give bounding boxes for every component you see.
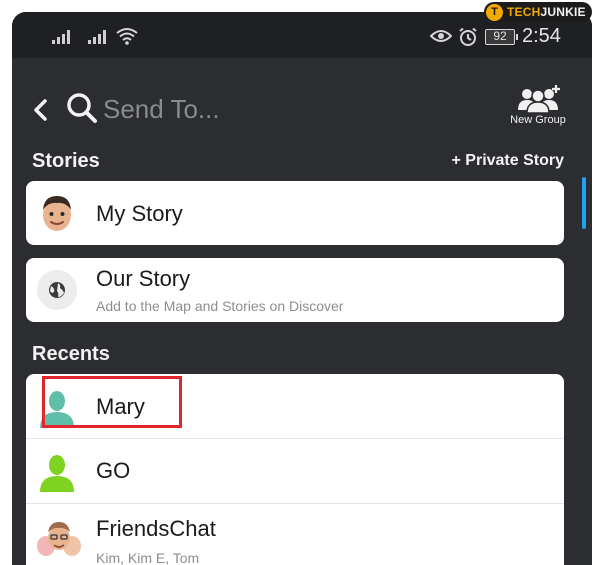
- list-item-subtitle: Kim, Kim E, Tom: [96, 550, 200, 565]
- signal-icon: [52, 28, 70, 44]
- new-group-label: New Group: [510, 114, 566, 126]
- list-item-friendschat[interactable]: FriendsChat Kim, Kim E, Tom: [26, 504, 564, 565]
- private-story-button[interactable]: + Private Story: [452, 152, 565, 170]
- signal-icon: [88, 28, 106, 44]
- alarm-icon: [459, 27, 477, 46]
- friend-avatar-icon: [40, 455, 74, 492]
- search-input[interactable]: Send To...: [103, 94, 220, 125]
- highlight-box: [42, 376, 182, 428]
- status-time: 2:54: [522, 25, 561, 47]
- watermark-logo-icon: T: [486, 3, 503, 21]
- back-chevron-icon[interactable]: [32, 98, 48, 122]
- my-story-item[interactable]: My Story: [26, 181, 564, 245]
- battery-icon: 92: [485, 29, 518, 45]
- list-item-mary[interactable]: Mary: [26, 374, 564, 438]
- list-item-name: GO: [96, 458, 131, 483]
- add-group-icon: [518, 85, 560, 114]
- my-story-name: My Story: [96, 201, 183, 226]
- search-icon: [67, 93, 97, 123]
- group-bitmoji-icon: [37, 522, 81, 556]
- new-group-button[interactable]: New Group: [502, 84, 574, 126]
- globe-icon: [37, 270, 77, 310]
- our-story-subtitle: Add to the Map and Stories on Discover: [96, 298, 344, 314]
- recents-list: Mary GO FriendsChat Kim, Kim E, Tom: [26, 374, 564, 565]
- recents-heading: Recents: [32, 343, 110, 365]
- our-story-name: Our Story: [96, 266, 191, 291]
- list-item-name: FriendsChat: [96, 516, 216, 541]
- bitmoji-avatar-icon: [43, 196, 71, 231]
- eye-icon: [430, 30, 452, 42]
- snapchat-send-to-screen: 92 2:54 Send To... New Group Stories + P…: [12, 12, 592, 565]
- scrollbar[interactable]: [582, 177, 586, 229]
- header: Send To... New Group: [12, 58, 592, 148]
- techjunkie-watermark: T TECHJUNKIE: [484, 2, 592, 22]
- stories-heading: Stories: [32, 150, 100, 172]
- list-item-go[interactable]: GO: [26, 439, 564, 503]
- our-story-item[interactable]: Our Story Add to the Map and Stories on …: [26, 258, 564, 322]
- watermark-text: TECHJUNKIE: [507, 5, 586, 19]
- wifi-icon: [116, 28, 138, 45]
